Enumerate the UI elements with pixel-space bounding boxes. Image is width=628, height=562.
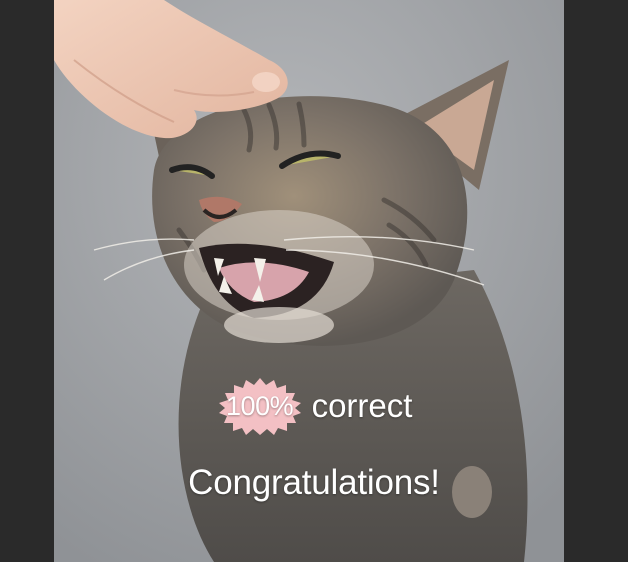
congratulations-message: Congratulations! xyxy=(188,463,440,502)
percentage-text: 100% xyxy=(226,391,294,421)
correct-label: correct xyxy=(311,387,413,424)
result-line: 100% correct xyxy=(0,376,628,436)
percentage-badge: 100% xyxy=(216,376,304,436)
meme-canvas: 100% correct Congratulations! xyxy=(0,0,628,562)
